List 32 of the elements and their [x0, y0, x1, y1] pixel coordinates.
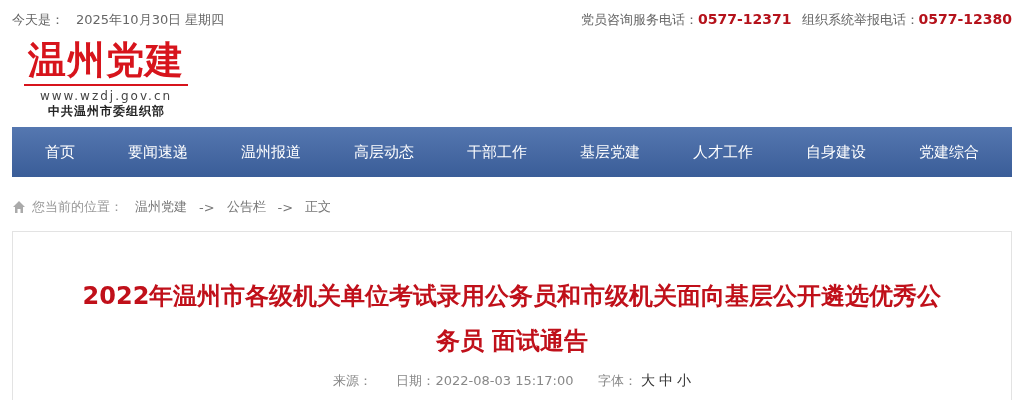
nav-link[interactable]: 首页: [44, 142, 75, 162]
font-size-link[interactable]: 大: [640, 372, 655, 388]
breadcrumb-separator: ->: [277, 199, 294, 215]
font-size-link[interactable]: 小: [676, 372, 691, 388]
nav-link[interactable]: 党建综合: [919, 142, 980, 162]
article-title: 2022年温州市各级机关单位考试录用公务员和市级机关面向基层公开遴选优秀公务员 面试通告: [81, 281, 943, 357]
font-size-link[interactable]: 中: [658, 372, 673, 388]
hotline-label: 组织系统举报电话：: [801, 12, 919, 27]
nav-link[interactable]: 人才工作: [693, 142, 754, 162]
breadcrumb-link[interactable]: 公告栏: [226, 198, 266, 216]
breadcrumb-label: 您当前的位置：: [32, 198, 123, 216]
date-label: 今天是：: [12, 12, 64, 27]
nav-link[interactable]: 温州报道: [240, 142, 301, 162]
nav-link[interactable]: 干部工作: [467, 142, 527, 162]
site-url: www.wzdj.gov.cn: [39, 89, 173, 103]
breadcrumb-separator: ->: [199, 199, 215, 215]
font-size-label: 字体：: [597, 373, 637, 388]
nav-link[interactable]: 要闻速递: [127, 142, 188, 162]
publish-date: 日期：2022-08-03 15:17:00: [396, 373, 574, 388]
current-date: 2025年10月30日 星期四: [76, 12, 225, 27]
source-label: 来源：: [333, 373, 373, 388]
home-icon: [12, 200, 26, 214]
nav-link[interactable]: 自身建设: [806, 142, 867, 162]
hotline-number: 0577-12371: [698, 11, 792, 27]
nav-link[interactable]: 基层党建: [580, 142, 641, 162]
site-logo-title: 温州党建: [24, 38, 188, 86]
hotline-label: 党员咨询服务电话：: [581, 12, 699, 27]
breadcrumb-link[interactable]: 温州党建: [135, 198, 187, 216]
breadcrumb-link[interactable]: 正文: [305, 198, 332, 216]
organization-name: 中共温州市委组织部: [47, 103, 165, 120]
hotline-number: 0577-12380: [918, 11, 1012, 27]
nav-link[interactable]: 高层动态: [353, 142, 414, 162]
